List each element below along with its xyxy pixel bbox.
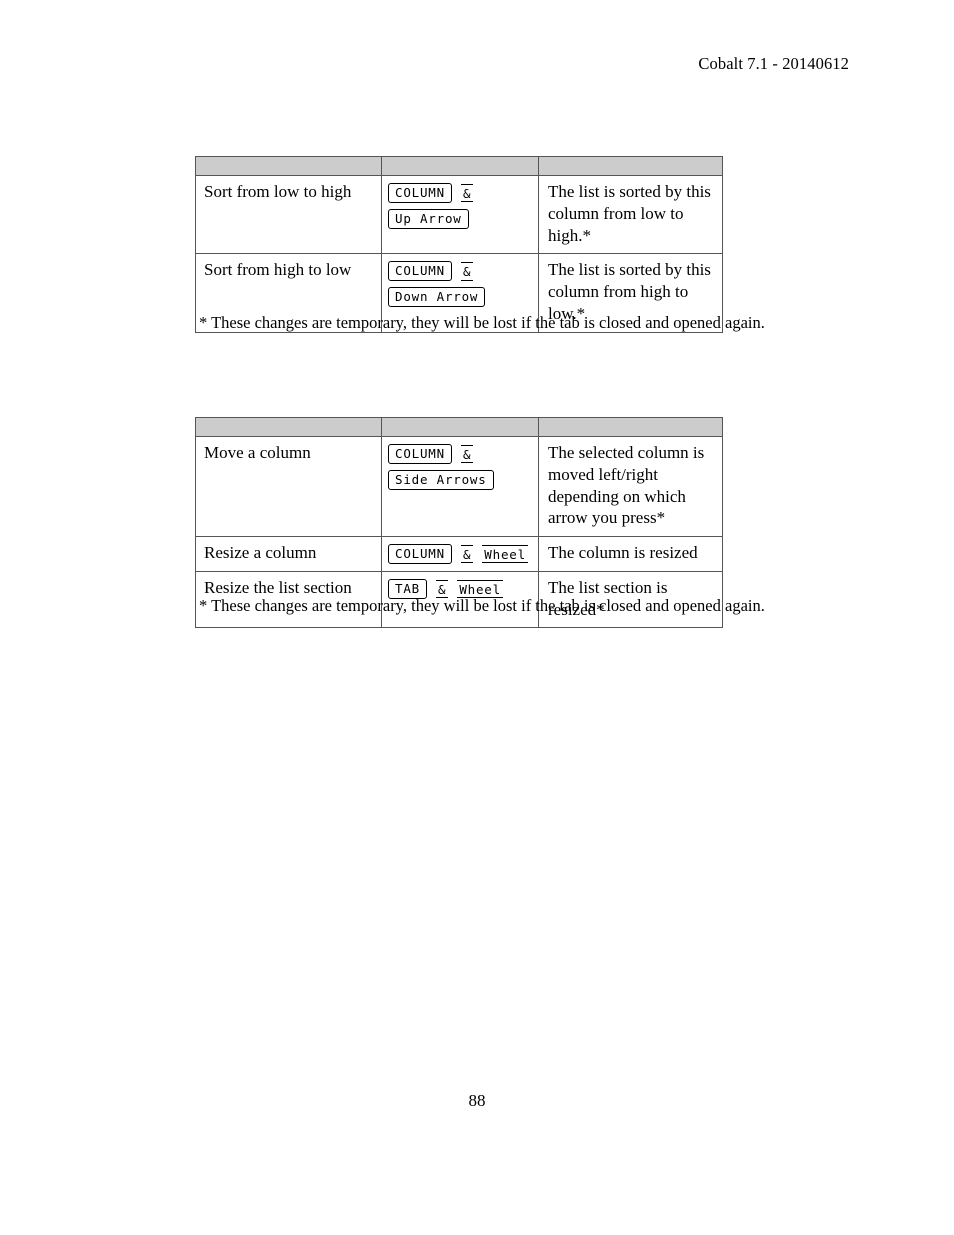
key-combination-line: COLUMN &	[388, 444, 530, 464]
table-header-row	[195, 156, 723, 176]
table-header-cell-action	[195, 156, 382, 176]
table-header-cell-action	[195, 417, 382, 437]
footnote-column-layout: * These changes are temporary, they will…	[199, 596, 765, 615]
action-description: Resize a column	[195, 536, 382, 572]
keycap-column[interactable]: COLUMN	[388, 444, 452, 464]
key-combination-line: Up Arrow	[388, 209, 530, 229]
action-description: Move a column	[195, 436, 382, 537]
result-description: The list is sorted by this column from l…	[538, 174, 723, 255]
table-header-row	[195, 417, 723, 437]
table-row: Resize a column COLUMN & Wheel The column …	[195, 536, 723, 572]
key-combination-cell: COLUMN & Side Arrows	[381, 436, 539, 537]
keycap-ampersand: &	[460, 261, 474, 281]
keycap-ampersand: &	[460, 544, 474, 564]
result-description: The selected column is moved left/right …	[538, 436, 723, 537]
running-header: Cobalt 7.1 - 20140612	[698, 54, 849, 73]
keycap-down-arrow[interactable]: Down Arrow	[388, 287, 486, 308]
key-combination-line: Down Arrow	[388, 287, 530, 308]
keycap-up-arrow[interactable]: Up Arrow	[388, 209, 469, 229]
page-number: 88	[468, 1091, 486, 1110]
sorting-shortcuts-table-body: Sort from low to high COLUMN & Up Arrow T…	[195, 156, 723, 333]
table-row: Sort from low to high COLUMN & Up Arrow T…	[195, 174, 723, 255]
keycap-side-arrows[interactable]: Side Arrows	[388, 470, 494, 490]
keycap-wheel[interactable]: Wheel	[482, 544, 528, 564]
table-header-cell-keys	[381, 156, 539, 176]
action-description: Sort from low to high	[195, 174, 382, 255]
sorting-shortcuts-table: Sort from low to high COLUMN & Up Arrow T…	[195, 156, 723, 333]
key-combination-line: Side Arrows	[388, 470, 530, 490]
table-header-cell-result	[538, 417, 723, 437]
table-row: Move a column COLUMN & Side Arrows The se…	[195, 436, 723, 537]
keycap-column[interactable]: COLUMN	[388, 544, 452, 564]
keycap-ampersand: &	[460, 183, 474, 203]
document-page: Cobalt 7.1 - 20140612 Sort from low to h…	[0, 0, 954, 1235]
key-combination-line: COLUMN & Wheel	[388, 544, 530, 564]
table-header-cell-keys	[381, 417, 539, 437]
result-description: The column is resized	[538, 536, 723, 572]
keycap-column[interactable]: COLUMN	[388, 183, 452, 203]
table-header-cell-result	[538, 156, 723, 176]
key-combination-line: COLUMN &	[388, 183, 530, 203]
keycap-column[interactable]: COLUMN	[388, 261, 452, 282]
key-combination-line: COLUMN &	[388, 261, 530, 282]
footnote-sorting: * These changes are temporary, they will…	[199, 313, 765, 332]
key-combination-cell: COLUMN & Wheel	[381, 536, 539, 572]
keycap-ampersand: &	[460, 444, 474, 464]
key-combination-cell: COLUMN & Up Arrow	[381, 174, 539, 255]
